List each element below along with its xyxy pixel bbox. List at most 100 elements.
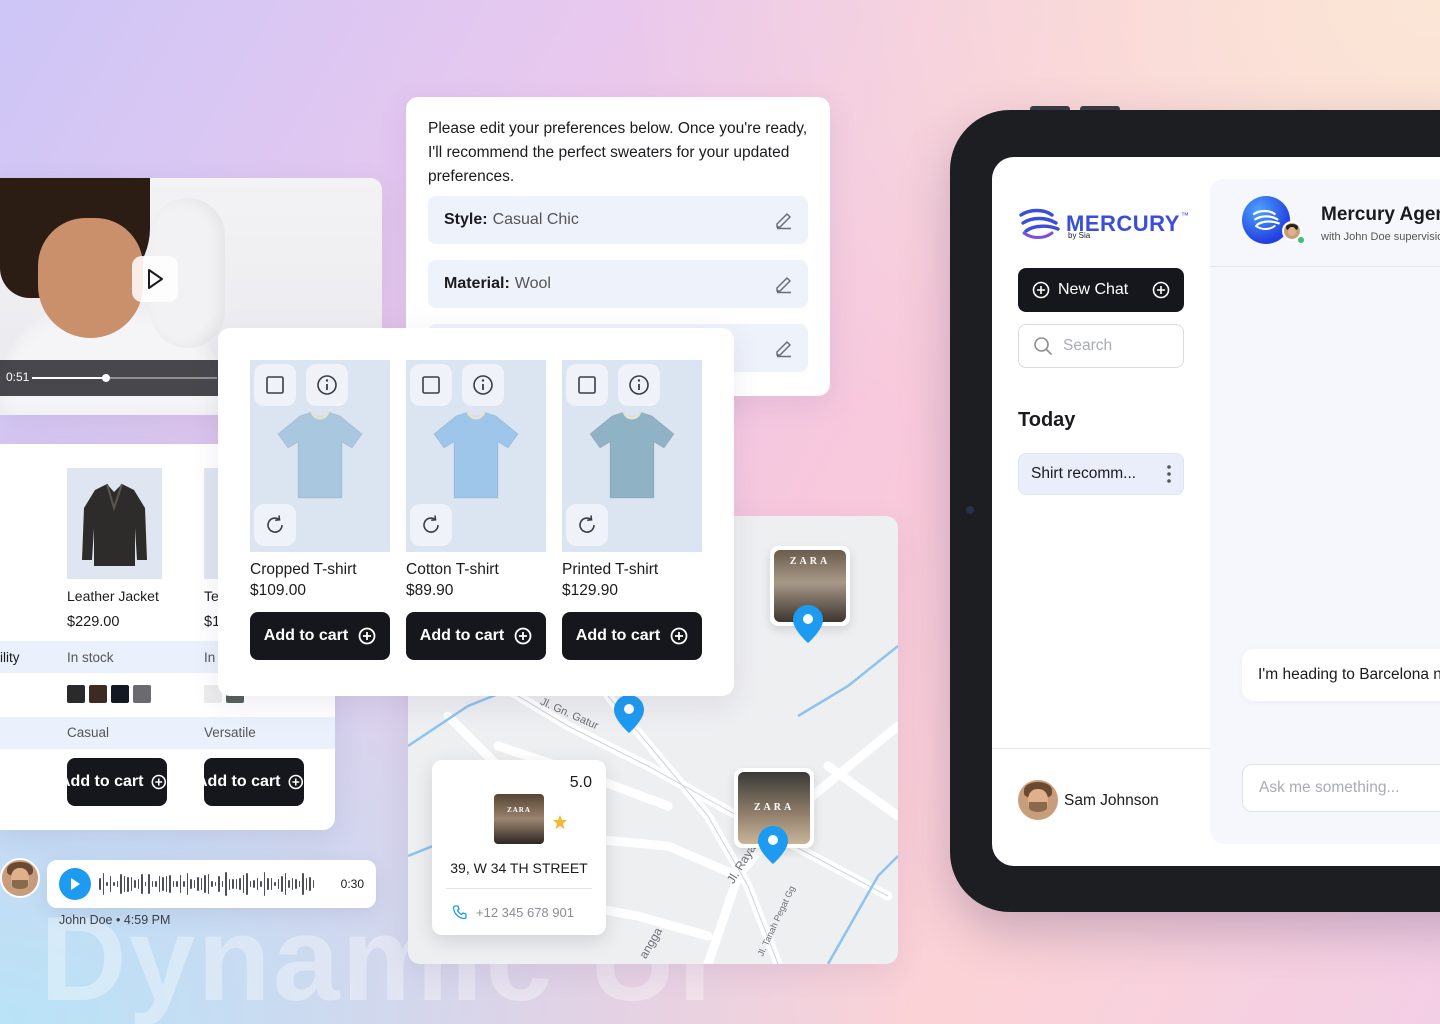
plus-circle-icon bbox=[288, 774, 304, 790]
add-to-cart-button[interactable]: Add to cart bbox=[406, 612, 546, 660]
waveform-bar bbox=[172, 880, 174, 888]
color-swatch[interactable] bbox=[67, 685, 85, 703]
product-price: $109.00 bbox=[250, 582, 307, 599]
avatar bbox=[0, 858, 40, 898]
waveform-bar bbox=[281, 875, 283, 893]
waveform-bar bbox=[137, 879, 139, 889]
product-name: Te bbox=[204, 588, 219, 604]
waveform-bar bbox=[193, 879, 195, 889]
add-to-cart-button[interactable]: Add to cart bbox=[204, 758, 304, 806]
video-controls: 0:51 bbox=[0, 360, 222, 396]
info-button[interactable] bbox=[462, 364, 504, 406]
waveform-bar bbox=[295, 879, 297, 889]
preference-material[interactable]: Material: Wool bbox=[428, 260, 808, 308]
waveform-bar bbox=[169, 875, 171, 893]
product-card[interactable]: Cotton T-shirt $89.90 Add to cart bbox=[406, 360, 546, 660]
voice-play-button[interactable] bbox=[59, 868, 91, 900]
app-logo: MERCURY ™ by Sia bbox=[1018, 207, 1189, 241]
product-card[interactable]: Cropped T-shirt $109.00 Add to cart bbox=[250, 360, 390, 660]
more-vertical-icon[interactable] bbox=[1167, 465, 1171, 483]
map-pin-icon[interactable] bbox=[757, 825, 789, 865]
search-input[interactable]: Search bbox=[1018, 324, 1184, 368]
waveform-bar bbox=[267, 878, 269, 890]
add-to-cart-button[interactable]: Add to cart bbox=[562, 612, 702, 660]
edit-icon[interactable] bbox=[774, 338, 794, 358]
search-icon bbox=[1034, 337, 1052, 355]
waveform-bar bbox=[190, 879, 192, 889]
waveform-bar bbox=[151, 880, 153, 888]
play-icon bbox=[71, 878, 80, 890]
store-info-card[interactable]: 5.0 ZARA 39, W 34 TH STREET +12 345 678 … bbox=[432, 760, 606, 935]
waveform-bar bbox=[242, 875, 244, 893]
select-checkbox[interactable] bbox=[410, 364, 452, 406]
color-swatch[interactable] bbox=[133, 685, 151, 703]
waveform-bar bbox=[148, 874, 150, 894]
select-checkbox[interactable] bbox=[254, 364, 296, 406]
store-rating: 5.0 bbox=[569, 774, 592, 791]
user-name: Sam Johnson bbox=[1064, 792, 1159, 809]
product-image[interactable] bbox=[562, 360, 702, 552]
waveform-bar bbox=[263, 872, 265, 896]
style-row bbox=[0, 717, 335, 749]
waveform-bar bbox=[284, 873, 286, 895]
refresh-button[interactable] bbox=[254, 504, 296, 546]
waveform-bar bbox=[113, 881, 115, 886]
waveform-bar bbox=[302, 872, 304, 896]
message-input[interactable]: Ask me something... bbox=[1242, 764, 1440, 812]
agent-avatar bbox=[1242, 196, 1290, 244]
logo-subtitle: by Sia bbox=[1068, 231, 1091, 240]
video-seekbar[interactable] bbox=[32, 374, 217, 382]
map-pin-icon[interactable] bbox=[792, 604, 824, 644]
info-button[interactable] bbox=[618, 364, 660, 406]
edit-icon[interactable] bbox=[774, 210, 794, 230]
new-chat-button[interactable]: New Chat bbox=[1018, 268, 1184, 312]
product-price: $229.00 bbox=[67, 614, 120, 630]
tshirt-icon bbox=[433, 411, 519, 499]
preferences-intro: Please edit your preferences below. Once… bbox=[428, 120, 808, 185]
waveform-bar bbox=[144, 881, 146, 887]
waveform-bar bbox=[99, 878, 101, 890]
plus-circle-icon bbox=[1032, 281, 1050, 299]
map-pin-icon[interactable] bbox=[613, 694, 645, 734]
waveform-bar bbox=[186, 872, 188, 895]
product-card[interactable]: Printed T-shirt $129.90 Add to cart bbox=[562, 360, 702, 660]
play-icon bbox=[148, 269, 163, 289]
waveform-bar bbox=[270, 877, 272, 891]
add-to-cart-button[interactable]: Add to cart bbox=[250, 612, 390, 660]
play-button[interactable] bbox=[132, 256, 178, 302]
search-placeholder: Search bbox=[1063, 337, 1113, 354]
style-value: Casual bbox=[67, 725, 110, 740]
refresh-icon bbox=[423, 515, 439, 533]
seek-handle[interactable] bbox=[102, 374, 110, 382]
waveform-bar bbox=[120, 874, 122, 894]
info-button[interactable] bbox=[306, 364, 348, 406]
preference-style[interactable]: Style: Casual Chic bbox=[428, 196, 808, 244]
waveform-bar bbox=[256, 877, 258, 891]
refresh-button[interactable] bbox=[410, 504, 452, 546]
product-image[interactable] bbox=[406, 360, 546, 552]
add-to-cart-button[interactable]: Add to cart bbox=[67, 758, 167, 806]
chat-history-item[interactable]: Shirt recomm... bbox=[1018, 453, 1184, 495]
style-value: Versatile bbox=[204, 725, 256, 740]
sender-name: John Doe bbox=[59, 913, 113, 927]
voice-meta: John Doe • 4:59 PM bbox=[59, 913, 171, 927]
edit-icon[interactable] bbox=[774, 274, 794, 294]
waveform-bar bbox=[207, 874, 209, 894]
select-checkbox[interactable] bbox=[566, 364, 608, 406]
mercury-app: MERCURY ™ by Sia New Chat Search Today S… bbox=[992, 157, 1440, 866]
chat-title: Shirt recomm... bbox=[1031, 465, 1137, 482]
audio-waveform[interactable] bbox=[99, 870, 331, 898]
section-heading: Today bbox=[1018, 409, 1076, 431]
row-label: ility bbox=[0, 650, 20, 665]
divider bbox=[446, 888, 592, 889]
color-swatch[interactable] bbox=[111, 685, 129, 703]
product-image[interactable] bbox=[250, 360, 390, 552]
waveform-bar bbox=[183, 881, 185, 887]
video-time: 0:51 bbox=[6, 370, 30, 384]
store-phone[interactable]: +12 345 678 901 bbox=[452, 904, 574, 920]
color-swatch[interactable] bbox=[89, 685, 107, 703]
waveform-bar bbox=[305, 877, 307, 891]
refresh-button[interactable] bbox=[566, 504, 608, 546]
user-avatar[interactable] bbox=[1018, 780, 1058, 820]
product-image-leather-jacket[interactable] bbox=[67, 468, 162, 579]
